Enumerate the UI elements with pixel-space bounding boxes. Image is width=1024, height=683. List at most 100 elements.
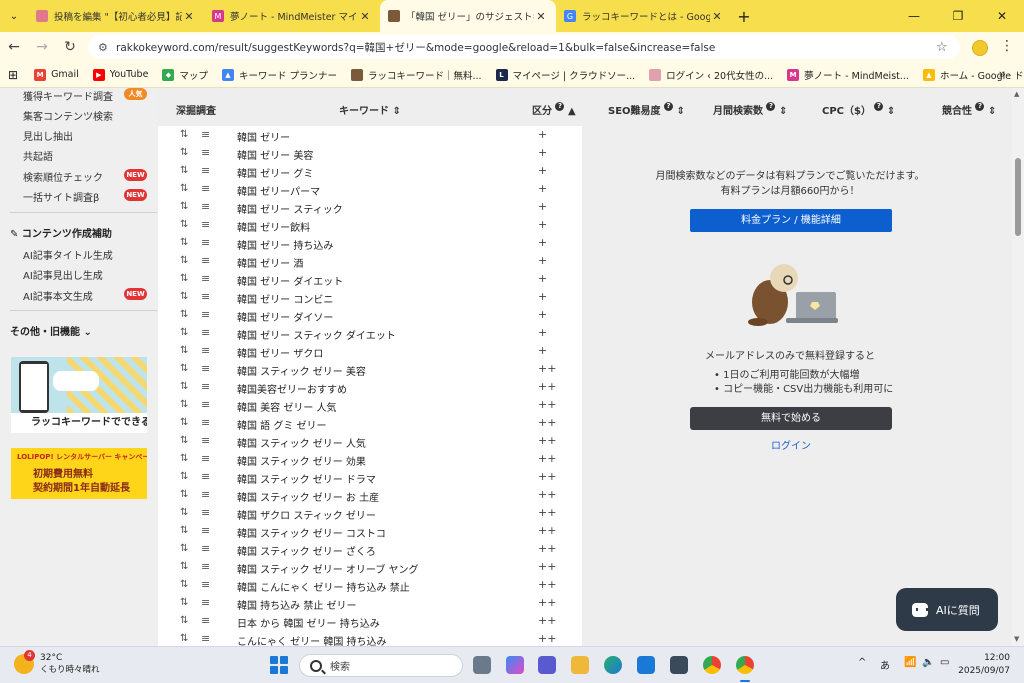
menu-lines-icon[interactable]: ≡ — [201, 182, 210, 195]
bookmark-keyword-planner[interactable]: ▲ キーワード プランナー — [221, 68, 337, 82]
sidebar-item-heading-extract[interactable]: 見出し抽出 — [23, 128, 73, 143]
bookmark-maps[interactable]: ◆ マップ — [162, 68, 208, 82]
deep-dive-icon[interactable]: ⇅ — [180, 255, 188, 266]
menu-lines-icon[interactable]: ≡ — [201, 416, 210, 429]
sidebar-item-rank-check[interactable]: 検索順位チェック — [23, 169, 103, 184]
menu-lines-icon[interactable]: ≡ — [201, 236, 210, 249]
tab-1[interactable]: M 夢ノート - MindMeister マインドマ ✕ — [204, 0, 380, 32]
tab-2-active[interactable]: 「韓国 ゼリー」のサジェストキーワード ✕ — [380, 0, 556, 32]
scroll-down-icon[interactable]: ▼ — [1014, 635, 1019, 643]
sidebar-item-content-search[interactable]: 集客コンテンツ検索 — [23, 108, 113, 123]
keyword-text[interactable]: 韓国 ゼリー スティック — [237, 201, 343, 216]
new-tab-button[interactable]: + — [732, 7, 756, 26]
help-icon[interactable]: ? — [555, 102, 565, 111]
deep-dive-icon[interactable]: ⇅ — [180, 201, 188, 212]
sidebar-item-ai-body[interactable]: AI記事本文生成 — [23, 288, 93, 303]
free-start-button[interactable]: 無料で始める — [690, 407, 892, 430]
menu-lines-icon[interactable]: ≡ — [201, 578, 210, 591]
keyword-text[interactable]: 韓国 ゼリー 持ち込み — [237, 237, 333, 252]
deep-dive-icon[interactable]: ⇅ — [180, 309, 188, 320]
keyword-text[interactable]: 韓国 ザクロ スティック ゼリー — [237, 507, 376, 522]
forward-arrow-icon[interactable]: → — [28, 39, 56, 55]
system-clock[interactable]: 12:00 2025/09/07 — [950, 652, 1010, 678]
sidebar-item-acquired-keywords[interactable]: 獲得キーワード調査 — [23, 88, 113, 103]
menu-lines-icon[interactable]: ≡ — [201, 614, 210, 627]
outlook-icon[interactable] — [637, 656, 655, 674]
ai-question-button[interactable]: AIに質問 — [896, 588, 998, 631]
bookmark-star-icon[interactable]: ☆ — [936, 40, 950, 55]
menu-lines-icon[interactable]: ≡ — [201, 398, 210, 411]
menu-lines-icon[interactable]: ≡ — [201, 272, 210, 285]
scrollbar-thumb[interactable] — [1015, 158, 1021, 236]
bookmark-rakko[interactable]: ラッコキーワード｜無料... — [350, 68, 482, 82]
keyword-text[interactable]: 韓国 ゼリー スティック ダイエット — [237, 327, 396, 342]
menu-lines-icon[interactable]: ≡ — [201, 164, 210, 177]
sidebar-item-cooccurrence[interactable]: 共起語 — [23, 148, 53, 163]
apps-grid-icon[interactable]: ⊞ — [8, 68, 18, 82]
profile-avatar[interactable] — [972, 40, 988, 56]
keyword-text[interactable]: 韓国 スティック ゼリー 人気 — [237, 435, 366, 450]
banner-rakko-features[interactable]: ラッコキーワードでできること — [11, 357, 147, 433]
pricing-button[interactable]: 料金プラン / 機能詳細 — [690, 209, 892, 232]
chrome-icon[interactable] — [703, 656, 721, 674]
keyword-text[interactable]: こんにゃく ゼリー 韓国 持ち込み — [237, 633, 387, 646]
menu-lines-icon[interactable]: ≡ — [201, 128, 210, 141]
keyword-text[interactable]: 韓国 スティック ゼリー コストコ — [237, 525, 386, 540]
bookmark-gmail[interactable]: M Gmail — [34, 68, 79, 81]
deep-dive-icon[interactable]: ⇅ — [180, 471, 188, 482]
keyword-text[interactable]: 韓国 スティック ゼリー ドラマ — [237, 471, 376, 486]
menu-lines-icon[interactable]: ≡ — [201, 434, 210, 447]
file-explorer-icon[interactable] — [571, 656, 589, 674]
bookmark-lancers[interactable]: L マイページ | クラウドソー... — [495, 68, 635, 82]
header-competition[interactable]: 競合性 ? ⇕ — [942, 102, 996, 117]
menu-lines-icon[interactable]: ≡ — [201, 542, 210, 555]
deep-dive-icon[interactable]: ⇅ — [180, 435, 188, 446]
bookmark-google-drive[interactable]: ▲ホーム - Google ドライブ — [922, 68, 1024, 82]
keyword-text[interactable]: 韓国美容ゼリーおすすめ — [237, 381, 347, 396]
deep-dive-icon[interactable]: ⇅ — [180, 291, 188, 302]
keyword-text[interactable]: 韓国 スティック ゼリー オリーブ ヤング — [237, 561, 419, 576]
close-icon[interactable]: ✕ — [182, 10, 196, 23]
scroll-up-icon[interactable]: ▲ — [1014, 90, 1019, 98]
url-text[interactable]: rakkokeyword.com/result/suggestKeywords?… — [116, 40, 936, 55]
tray-chevron-up-icon[interactable]: ^ — [858, 657, 866, 668]
header-category[interactable]: 区分 ? ▲ — [532, 102, 576, 117]
help-icon[interactable]: ? — [664, 102, 674, 111]
volume-icon[interactable]: 🔈 — [922, 657, 934, 668]
tab-0[interactable]: 投稿を編集 "【初心者必見】記事ネ ✕ — [28, 0, 204, 32]
menu-lines-icon[interactable]: ≡ — [201, 308, 210, 321]
bookmark-mindmeister[interactable]: M 夢ノート - MindMeist... — [787, 68, 909, 82]
deep-dive-icon[interactable]: ⇅ — [180, 489, 188, 500]
menu-lines-icon[interactable]: ≡ — [201, 452, 210, 465]
deep-dive-icon[interactable]: ⇅ — [180, 579, 188, 590]
keyword-text[interactable]: 韓国 スティック ゼリー お 土産 — [237, 489, 379, 504]
deep-dive-icon[interactable]: ⇅ — [180, 273, 188, 284]
deep-dive-icon[interactable]: ⇅ — [180, 147, 188, 158]
header-keyword[interactable]: キーワード ⇕ — [339, 102, 401, 117]
menu-lines-icon[interactable]: ≡ — [201, 362, 210, 375]
menu-kebab-icon[interactable]: ⋮ — [1000, 38, 1014, 54]
menu-lines-icon[interactable]: ≡ — [201, 560, 210, 573]
banner-lolipop[interactable]: LOLIPOP! レンタルサーバー キャンペーン中！ 初期費用無料 契約期間1年… — [11, 448, 147, 499]
menu-lines-icon[interactable]: ≡ — [201, 470, 210, 483]
menu-lines-icon[interactable]: ≡ — [201, 380, 210, 393]
menu-lines-icon[interactable]: ≡ — [201, 146, 210, 159]
copilot-icon[interactable] — [506, 656, 524, 674]
menu-lines-icon[interactable]: ≡ — [201, 344, 210, 357]
menu-lines-icon[interactable]: ≡ — [201, 506, 210, 519]
help-icon[interactable]: ? — [766, 102, 776, 111]
help-icon[interactable]: ? — [874, 102, 884, 111]
deep-dive-icon[interactable]: ⇅ — [180, 327, 188, 338]
deep-dive-icon[interactable]: ⇅ — [180, 399, 188, 410]
ime-indicator[interactable]: あ — [880, 657, 890, 672]
header-monthly-volume[interactable]: 月間検索数 ? ⇕ — [713, 102, 787, 117]
deep-dive-icon[interactable]: ⇅ — [180, 525, 188, 536]
tab-search-button[interactable]: ⌄ — [0, 0, 28, 32]
keyword-text[interactable]: 韓国 ゼリー飲料 — [237, 219, 310, 234]
deep-dive-icon[interactable]: ⇅ — [180, 633, 188, 644]
keyword-text[interactable]: 韓国 語 グミ ゼリー — [237, 417, 327, 432]
keyword-text[interactable]: 韓国 持ち込み 禁止 ゼリー — [237, 597, 357, 612]
tab-3[interactable]: G ラッコキーワードとは - Google 検索 ✕ — [556, 0, 732, 32]
deep-dive-icon[interactable]: ⇅ — [180, 237, 188, 248]
sidebar-section-other[interactable]: その他・旧機能 ⌄ — [10, 323, 92, 338]
